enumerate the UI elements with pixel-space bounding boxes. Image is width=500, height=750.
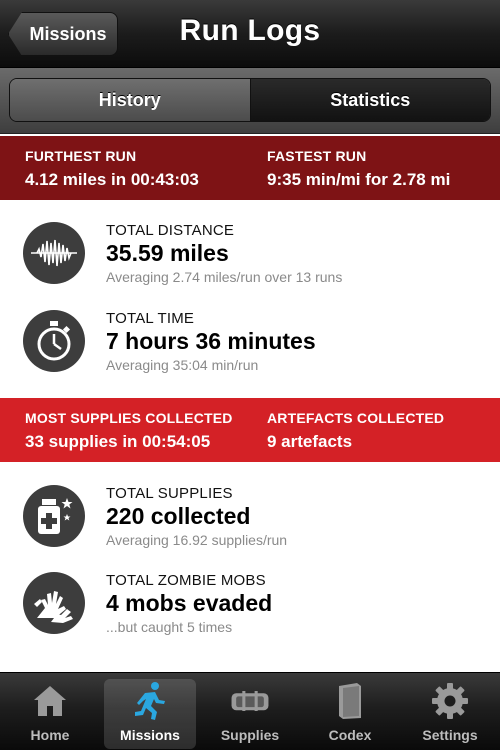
waveform-icon (23, 222, 85, 284)
tab-supplies[interactable]: Supplies (204, 679, 296, 749)
artefacts-collected: ARTEFACTS COLLECTED 9 artefacts (267, 410, 444, 452)
tab-bar: Home Missions Supplies Codex Settings (0, 672, 500, 750)
fastest-run-caption: FASTEST RUN (267, 148, 367, 164)
total-distance-label: TOTAL DISTANCE (106, 222, 235, 239)
records-band: FURTHEST RUN 4.12 miles in 00:43:03 FAST… (0, 136, 500, 200)
artefacts-value: 9 artefacts (267, 432, 353, 451)
total-time-label: TOTAL TIME (106, 310, 195, 327)
tab-codex[interactable]: Codex (304, 679, 396, 749)
stat-total-distance: TOTAL DISTANCE 35.59 miles Averaging 2.7… (0, 222, 500, 306)
tab-missions[interactable]: Missions (104, 679, 196, 749)
furthest-run-caption: FURTHEST RUN (25, 148, 137, 164)
most-supplies-value: 33 supplies in 00:54:05 (25, 432, 211, 451)
artefacts-caption: ARTEFACTS COLLECTED (267, 410, 445, 426)
total-distance-value: 35.59 miles (106, 240, 229, 266)
tab-missions-label: Missions (120, 727, 180, 743)
fastest-run: FASTEST RUN 9:35 min/mi for 2.78 mi (267, 148, 450, 190)
case-icon (230, 681, 270, 721)
tab-supplies-label: Supplies (220, 727, 280, 743)
total-distance-average: Averaging 2.74 miles/run over 13 runs (106, 269, 343, 285)
total-supplies-average: Averaging 16.92 supplies/run (106, 532, 288, 548)
tab-settings[interactable]: Settings (404, 679, 496, 749)
segment-statistics[interactable]: Statistics (250, 79, 490, 121)
navigation-bar: Missions Run Logs (0, 0, 500, 68)
supplies-band: MOST SUPPLIES COLLECTED 33 supplies in 0… (0, 398, 500, 462)
stat-total-zombie-mobs: TOTAL ZOMBIE MOBS 4 mobs evaded ...but c… (0, 572, 500, 656)
tab-settings-label: Settings (422, 727, 478, 743)
furthest-run: FURTHEST RUN 4.12 miles in 00:43:03 (25, 148, 199, 190)
tab-home[interactable]: Home (4, 679, 96, 749)
tab-home-label: Home (30, 727, 70, 743)
segmented-control: History Statistics (9, 78, 491, 122)
total-mobs-label: TOTAL ZOMBIE MOBS (106, 572, 266, 589)
total-time-value: 7 hours 36 minutes (106, 328, 316, 354)
medicine-bottle-icon (23, 485, 85, 547)
runner-icon (130, 681, 170, 721)
stopwatch-icon (23, 310, 85, 372)
total-supplies-value: 220 collected (106, 503, 251, 529)
most-supplies: MOST SUPPLIES COLLECTED 33 supplies in 0… (25, 410, 233, 452)
stat-total-supplies: TOTAL SUPPLIES 220 collected Averaging 1… (0, 485, 500, 569)
segment-bar: History Statistics (0, 68, 500, 134)
segment-history[interactable]: History (10, 79, 251, 121)
page-title: Run Logs (179, 14, 321, 47)
zombie-hands-icon (23, 572, 85, 634)
furthest-run-value: 4.12 miles in 00:43:03 (25, 170, 199, 189)
total-mobs-caught: ...but caught 5 times (106, 619, 233, 635)
stat-total-time: TOTAL TIME 7 hours 36 minutes Averaging … (0, 310, 500, 394)
fastest-run-value: 9:35 min/mi for 2.78 mi (267, 170, 451, 189)
total-supplies-label: TOTAL SUPPLIES (106, 485, 233, 502)
total-time-average: Averaging 35:04 min/run (106, 357, 259, 373)
tab-codex-label: Codex (328, 727, 372, 743)
book-icon (330, 681, 370, 721)
total-mobs-value: 4 mobs evaded (106, 590, 273, 616)
house-icon (30, 681, 70, 721)
most-supplies-caption: MOST SUPPLIES COLLECTED (25, 410, 233, 426)
gear-icon (430, 681, 470, 721)
